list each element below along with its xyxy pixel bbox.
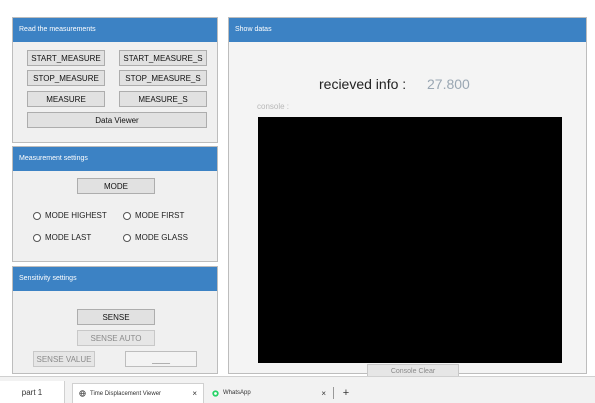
part-label[interactable]: part 1 (0, 381, 65, 403)
new-tab-button[interactable]: + (339, 383, 353, 403)
close-tab-icon[interactable]: × (321, 389, 326, 398)
start-measure-button[interactable]: START_MEASURE (27, 50, 105, 66)
radio-mode-highest[interactable]: MODE HIGHEST (33, 211, 107, 220)
radio-mode-first-label: MODE FIRST (135, 211, 185, 220)
start-measure-s-button[interactable]: START_MEASURE_S (119, 50, 207, 66)
tab-title: WhatsApp (223, 390, 251, 396)
measurement-settings-title: Measurement settings (13, 147, 217, 171)
radio-button-icon[interactable] (123, 233, 131, 242)
received-info-label: recieved info : (319, 76, 407, 92)
sensitivity-settings-panel: Sensitivity settings SENSE SENSE AUTO SE… (12, 266, 218, 374)
read-measurements-title: Read the measurements (13, 18, 217, 42)
show-datas-title: Show datas (229, 18, 586, 42)
radio-button-icon[interactable] (123, 211, 131, 220)
sense-value-button[interactable]: SENSE VALUE (33, 351, 95, 367)
whatsapp-icon (212, 389, 219, 397)
console-label: console : (257, 102, 290, 111)
stop-measure-button[interactable]: STOP_MEASURE (27, 70, 105, 86)
radio-mode-glass-label: MODE GLASS (135, 233, 188, 242)
radio-button-icon[interactable] (33, 211, 41, 220)
sense-auto-button[interactable]: SENSE AUTO (77, 330, 155, 346)
mode-button[interactable]: MODE (77, 178, 155, 194)
tab-divider (333, 387, 334, 399)
tab-whatsapp[interactable]: WhatsApp × (206, 383, 332, 403)
radio-button-icon[interactable] (33, 233, 41, 242)
close-tab-icon[interactable]: × (192, 389, 197, 398)
measure-button[interactable]: MEASURE (27, 91, 105, 107)
sensitivity-settings-title: Sensitivity settings (13, 267, 217, 291)
tab-title: Time Displacement Viewer (90, 390, 162, 397)
radio-mode-last-label: MODE LAST (45, 233, 92, 242)
measure-s-button[interactable]: MEASURE_S (119, 91, 207, 107)
radio-mode-highest-label: MODE HIGHEST (45, 211, 107, 220)
received-info-value: 27.800 (427, 76, 470, 92)
radio-mode-last[interactable]: MODE LAST (33, 233, 91, 242)
globe-icon (79, 390, 86, 397)
data-viewer-button[interactable]: Data Viewer (27, 112, 207, 128)
sense-button[interactable]: SENSE (77, 309, 155, 325)
sense-value-field[interactable]: ____ (125, 351, 197, 367)
measurement-settings-panel: Measurement settings MODE MODE HIGHEST M… (12, 146, 218, 262)
console-output (258, 117, 562, 363)
read-measurements-panel: Read the measurements START_MEASURE STAR… (12, 17, 218, 143)
tab-strip: part 1 Time Displacement Viewer × WhatsA… (0, 376, 595, 403)
radio-mode-glass[interactable]: MODE GLASS (123, 233, 188, 242)
radio-mode-first[interactable]: MODE FIRST (123, 211, 184, 220)
stop-measure-s-button[interactable]: STOP_MEASURE_S (119, 70, 207, 86)
tab-time-displacement-viewer[interactable]: Time Displacement Viewer × (72, 383, 204, 403)
